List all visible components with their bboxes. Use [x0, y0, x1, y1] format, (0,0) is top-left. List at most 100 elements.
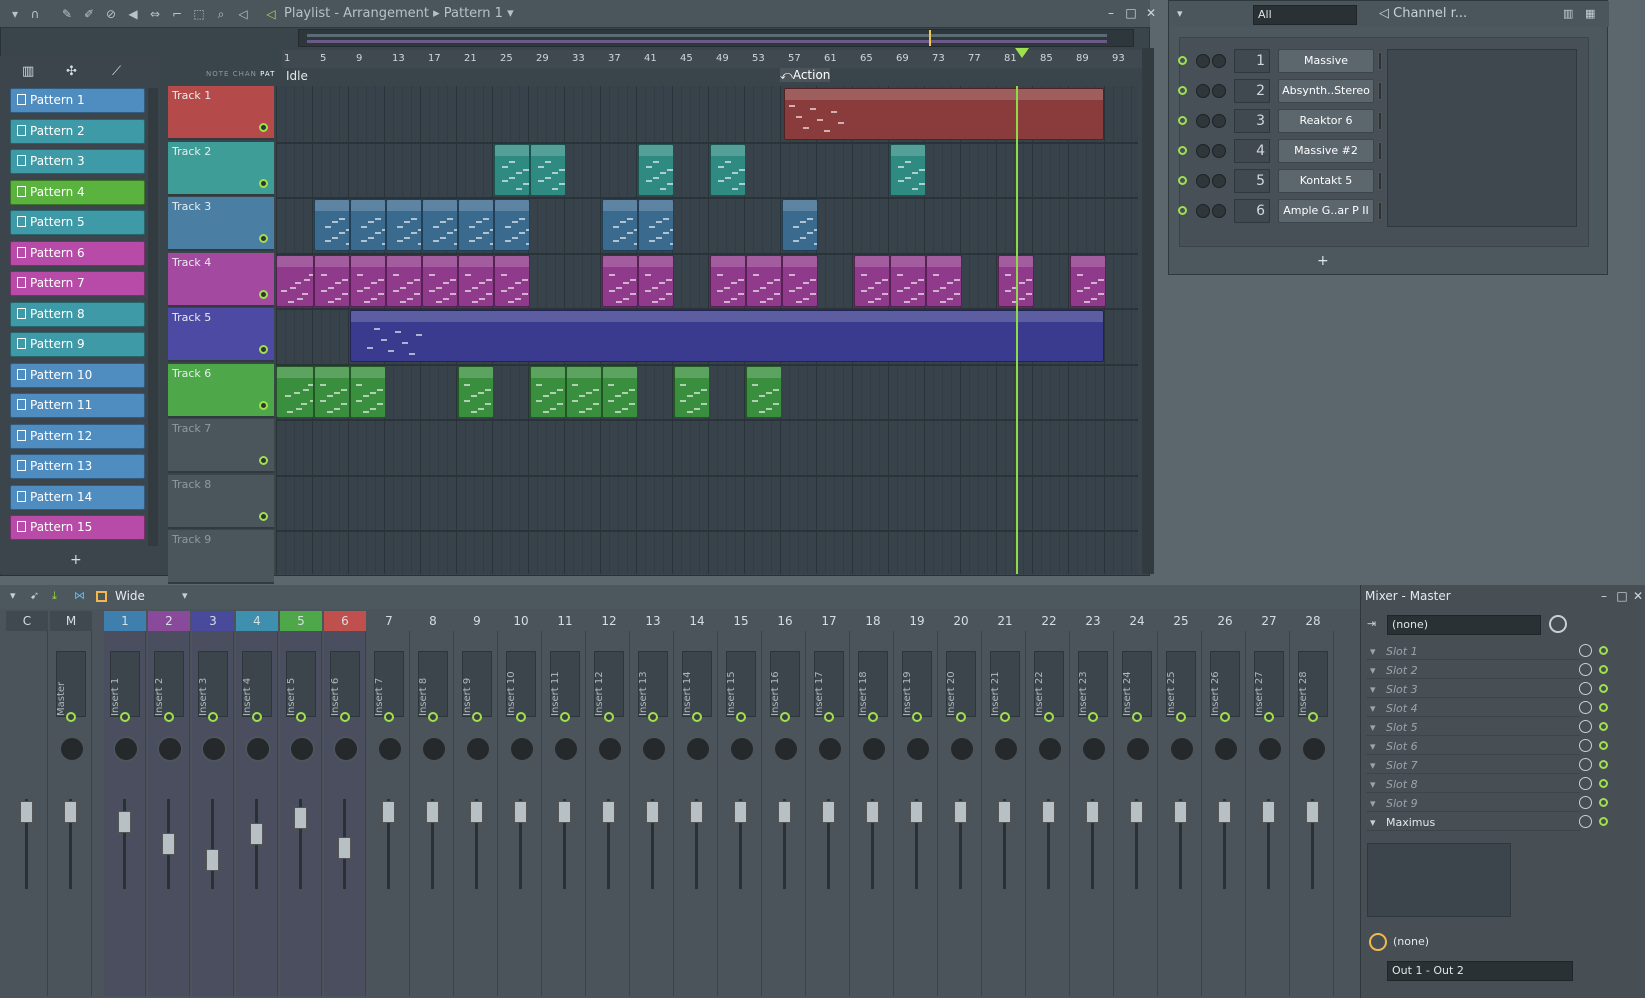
- slice-icon[interactable]: ⌐: [170, 7, 184, 21]
- volume-knob[interactable]: [1212, 114, 1226, 128]
- volume-fader[interactable]: [64, 801, 77, 823]
- strip-enable-led[interactable]: [824, 712, 834, 722]
- pattern-clip[interactable]: [674, 365, 710, 418]
- maximize-icon[interactable]: □: [1615, 589, 1629, 603]
- mixer-strip[interactable]: 28 Insert 28: [1292, 611, 1334, 996]
- menu-arrow-icon[interactable]: ▾: [8, 7, 22, 21]
- pan-knob[interactable]: [1169, 736, 1195, 762]
- mixer-strip[interactable]: 9 Insert 9: [456, 611, 498, 996]
- automation-icon[interactable]: ⟋: [112, 64, 121, 79]
- track-header[interactable]: Track 1: [168, 86, 274, 140]
- pattern-scrollbar[interactable]: [148, 88, 158, 546]
- pan-knob[interactable]: [1213, 736, 1239, 762]
- pattern-clip[interactable]: [494, 143, 530, 196]
- volume-fader[interactable]: [646, 801, 659, 823]
- strip-enable-led[interactable]: [340, 712, 350, 722]
- track-mute-led[interactable]: [259, 345, 268, 354]
- volume-fader[interactable]: [162, 833, 175, 855]
- arrangement-grid[interactable]: [276, 86, 1138, 574]
- slot-mix-circle[interactable]: [1579, 720, 1592, 733]
- pan-knob[interactable]: [905, 736, 931, 762]
- pencil-icon[interactable]: ✎: [60, 7, 74, 21]
- slot-enable-led[interactable]: [1599, 817, 1608, 826]
- mode-dropdown-icon[interactable]: ▾: [182, 589, 188, 602]
- magnet-icon[interactable]: ∩: [28, 7, 42, 21]
- slot-enable-led[interactable]: [1599, 779, 1608, 788]
- mixer-strip[interactable]: 12 Insert 12: [588, 611, 630, 996]
- effect-slot[interactable]: ▾ Slot 3: [1366, 681, 1608, 698]
- mixer-strip[interactable]: 23 Insert 23: [1072, 611, 1114, 996]
- menu-arrow-icon[interactable]: ▾: [1177, 7, 1183, 20]
- volume-fader[interactable]: [470, 801, 483, 823]
- channel-button[interactable]: Massive #2: [1278, 139, 1374, 163]
- mixer-strip[interactable]: 13 Insert 13: [632, 611, 674, 996]
- pattern-clip[interactable]: [314, 199, 350, 251]
- strip-enable-led[interactable]: [780, 712, 790, 722]
- mixer-strip[interactable]: M Master: [50, 611, 92, 996]
- pan-knob[interactable]: [59, 736, 85, 762]
- channel-number[interactable]: 4: [1234, 139, 1270, 163]
- pattern-item[interactable]: Pattern 11: [10, 393, 145, 418]
- mixer-strip[interactable]: 22 Insert 22: [1028, 611, 1070, 996]
- strip-enable-led[interactable]: [736, 712, 746, 722]
- pan-knob[interactable]: [861, 736, 887, 762]
- slot-mix-circle[interactable]: [1579, 796, 1592, 809]
- pattern-clip[interactable]: [422, 254, 458, 307]
- mixer-strip[interactable]: 5 Insert 5: [280, 611, 322, 996]
- pan-knob[interactable]: [289, 736, 315, 762]
- pattern-clip[interactable]: [458, 365, 494, 418]
- strip-enable-led[interactable]: [692, 712, 702, 722]
- pattern-item[interactable]: Pattern 10: [10, 362, 145, 388]
- volume-knob[interactable]: [1212, 144, 1226, 158]
- pattern-clip[interactable]: [494, 199, 530, 251]
- mixer-strip[interactable]: 21 Insert 21: [984, 611, 1026, 996]
- slot-mix-circle[interactable]: [1579, 815, 1592, 828]
- piano-icon[interactable]: ▥: [22, 64, 34, 79]
- channel-select-indicator[interactable]: [1378, 142, 1382, 160]
- pan-knob[interactable]: [1301, 736, 1327, 762]
- slot-mix-circle[interactable]: [1579, 663, 1592, 676]
- slot-mix-circle[interactable]: [1579, 701, 1592, 714]
- pattern-clip[interactable]: [276, 254, 314, 307]
- pattern-clip[interactable]: [458, 254, 494, 307]
- volume-fader[interactable]: [250, 823, 263, 845]
- view-icon[interactable]: [96, 591, 107, 602]
- slot-mix-circle[interactable]: [1579, 739, 1592, 752]
- volume-fader[interactable]: [338, 837, 351, 859]
- pattern-clip[interactable]: [782, 199, 818, 251]
- pattern-clip[interactable]: [530, 143, 566, 196]
- track-mute-led[interactable]: [259, 234, 268, 243]
- slot-enable-led[interactable]: [1599, 665, 1608, 674]
- pan-knob[interactable]: [509, 736, 535, 762]
- strip-enable-led[interactable]: [252, 712, 262, 722]
- mixer-strip[interactable]: 1 Insert 1: [104, 611, 146, 996]
- track-mute-led[interactable]: [259, 456, 268, 465]
- pattern-item[interactable]: Pattern 13: [10, 454, 145, 479]
- mixer-strip[interactable]: 26 Insert 26: [1204, 611, 1246, 996]
- channel-filter[interactable]: All: [1253, 5, 1357, 25]
- pattern-clip[interactable]: [314, 365, 350, 418]
- track-mute-led[interactable]: [259, 123, 268, 132]
- pattern-item[interactable]: Pattern 12: [10, 423, 145, 449]
- pattern-clip[interactable]: [350, 199, 386, 251]
- mixer-strip[interactable]: 2 Insert 2: [148, 611, 190, 996]
- volume-knob[interactable]: [1212, 204, 1226, 218]
- pan-knob[interactable]: [201, 736, 227, 762]
- slot-enable-led[interactable]: [1599, 646, 1608, 655]
- slot-enable-led[interactable]: [1599, 722, 1608, 731]
- pan-knob[interactable]: [245, 736, 271, 762]
- pattern-clip[interactable]: [350, 254, 386, 307]
- playlist-scrollbar[interactable]: [1142, 48, 1154, 574]
- pattern-clip[interactable]: [782, 254, 818, 307]
- pattern-clip[interactable]: [494, 254, 530, 307]
- volume-knob[interactable]: [1212, 54, 1226, 68]
- volume-fader[interactable]: [954, 801, 967, 823]
- volume-fader[interactable]: [20, 801, 33, 823]
- close-icon[interactable]: ✕: [1631, 589, 1645, 603]
- pattern-item[interactable]: Pattern 1: [10, 88, 145, 113]
- add-channel-button[interactable]: +: [1317, 253, 1329, 269]
- volume-fader[interactable]: [734, 801, 747, 823]
- pattern-clip[interactable]: [926, 254, 962, 307]
- mixer-strip[interactable]: 15 Insert 15: [720, 611, 762, 996]
- channel-number[interactable]: 2: [1234, 79, 1270, 103]
